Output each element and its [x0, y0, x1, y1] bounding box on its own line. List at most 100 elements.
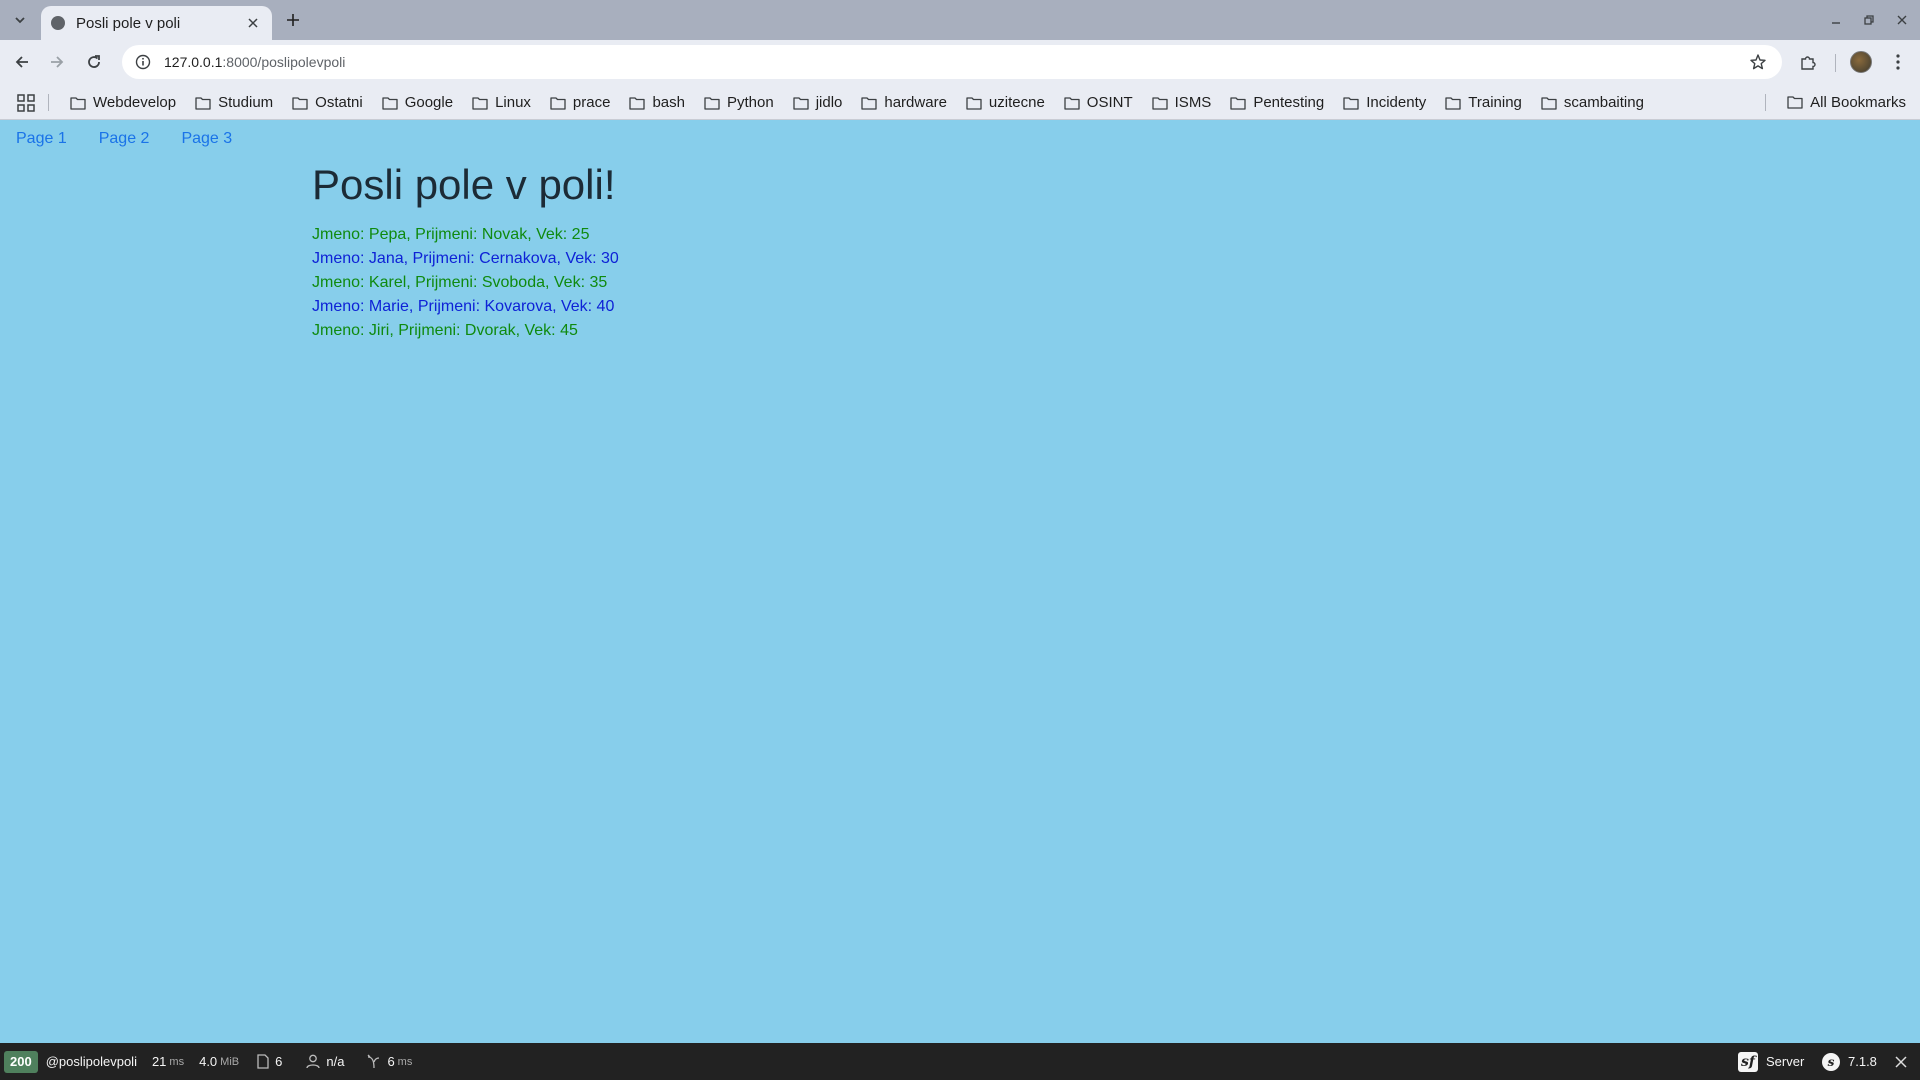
- globe-icon: [51, 16, 65, 30]
- server-label: Server: [1766, 1054, 1805, 1069]
- templates-panel[interactable]: 6: [257, 1054, 282, 1069]
- folder-icon: [382, 96, 398, 110]
- debug-toolbar-close[interactable]: [1895, 1043, 1907, 1080]
- close-window-button[interactable]: [1888, 8, 1916, 32]
- close-icon: [1897, 15, 1907, 25]
- twig-time-unit: ms: [397, 1055, 413, 1068]
- twig-time-value: 6: [387, 1054, 395, 1069]
- bookmark-list: Webdevelop Studium Ostatni Google Linux prace…: [64, 85, 1657, 120]
- close-icon: [1895, 1055, 1907, 1068]
- restore-icon: [1864, 15, 1874, 25]
- new-tab-button[interactable]: [280, 8, 306, 32]
- all-bookmarks-button[interactable]: All Bookmarks: [1783, 88, 1910, 116]
- profile-button[interactable]: [1845, 46, 1877, 78]
- bookmark-label: Python: [726, 94, 774, 111]
- status-badge[interactable]: 200: [4, 1050, 38, 1073]
- bookmark-label: Training: [1468, 94, 1522, 111]
- bookmark-folder[interactable]: OSINT: [1058, 89, 1139, 117]
- folder-icon: [966, 96, 982, 110]
- bookmark-folder[interactable]: Webdevelop: [64, 89, 182, 117]
- bookmark-folder[interactable]: ISMS: [1146, 89, 1218, 117]
- reload-icon: [88, 55, 100, 68]
- folder-icon: [1230, 96, 1246, 110]
- back-button[interactable]: [6, 46, 38, 78]
- bookmark-folder[interactable]: bash: [623, 89, 691, 117]
- bookmark-folder[interactable]: Linux: [466, 89, 537, 117]
- bookmark-label: OSINT: [1086, 94, 1133, 111]
- folder-icon: [70, 96, 86, 110]
- person-row: Jmeno: Pepa, Prijmeni: Novak, Vek: 25: [312, 226, 590, 243]
- server-panel[interactable]: sf Server: [1738, 1043, 1804, 1080]
- bookmark-folder[interactable]: jidlo: [787, 89, 849, 117]
- memory-usage[interactable]: 4.0 MiB: [199, 1054, 239, 1069]
- reload-button[interactable]: [78, 46, 110, 78]
- symfony-version-panel[interactable]: s 7.1.8: [1822, 1043, 1877, 1080]
- address-bar[interactable]: 127.0.0.1:8000/poslipolevpoli: [122, 45, 1782, 79]
- bookmark-label: jidlo: [815, 94, 843, 111]
- bookmark-folder[interactable]: Ostatni: [286, 89, 369, 117]
- bookmark-label: Pentesting: [1253, 94, 1325, 111]
- avatar: [1850, 51, 1872, 73]
- arrow-left-icon: [15, 56, 28, 68]
- person-row: Jmeno: Jiri, Prijmeni: Dvorak, Vek: 45: [312, 322, 578, 339]
- site-info-icon[interactable]: [128, 47, 158, 77]
- bookmark-folder[interactable]: scambaiting: [1535, 89, 1650, 117]
- bookmarks-bar: Webdevelop Studium Ostatni Google Linux prace…: [0, 85, 1920, 120]
- bookmark-folder[interactable]: Studium: [189, 89, 279, 117]
- file-icon: [257, 1054, 269, 1069]
- bookmark-label: Studium: [218, 94, 274, 111]
- bookmark-folder[interactable]: Google: [376, 89, 459, 117]
- bookmark-label: Incidenty: [1366, 94, 1427, 111]
- minimize-icon: [1832, 22, 1840, 24]
- apps-grid-icon[interactable]: [16, 93, 36, 113]
- page-heading: Posli pole v poli!: [312, 161, 616, 208]
- bookmark-folder[interactable]: uzitecne: [960, 89, 1051, 117]
- nav-link-page-2[interactable]: Page 2: [99, 130, 150, 148]
- twig-panel[interactable]: 6 ms: [366, 1054, 412, 1069]
- arrow-right-icon: [51, 56, 64, 68]
- bookmark-label: Ostatni: [315, 94, 363, 111]
- kebab-menu-icon: [1896, 54, 1900, 70]
- bookmark-folder[interactable]: Python: [698, 89, 780, 117]
- tab-title: Posli pole v poli: [76, 14, 181, 32]
- bookmark-label: ISMS: [1174, 94, 1212, 111]
- browser-toolbar: 127.0.0.1:8000/poslipolevpoli: [0, 40, 1920, 85]
- extensions-button[interactable]: [1792, 46, 1824, 78]
- bookmark-folder[interactable]: hardware: [855, 89, 953, 117]
- bookmark-label: scambaiting: [1563, 94, 1644, 111]
- folder-icon: [704, 96, 720, 110]
- bookmark-label: bash: [652, 94, 685, 111]
- bookmark-label: Linux: [495, 94, 531, 111]
- close-icon: [248, 18, 258, 28]
- request-time[interactable]: 21 ms: [152, 1054, 184, 1069]
- nav-link-page-3[interactable]: Page 3: [181, 130, 232, 148]
- twig-icon: [367, 1054, 380, 1069]
- url-text: 127.0.0.1:8000/poslipolevpoli: [164, 54, 345, 70]
- active-tab[interactable]: Posli pole v poli: [41, 6, 272, 40]
- chevron-down-icon: [15, 17, 25, 24]
- bookmark-label: hardware: [884, 94, 947, 111]
- request-time-value: 21: [151, 1054, 167, 1069]
- user-icon: [306, 1054, 321, 1069]
- route-name[interactable]: @poslipolevpoli: [46, 1054, 137, 1069]
- bookmark-folder[interactable]: Incidenty: [1337, 89, 1432, 117]
- tab-search-button[interactable]: [6, 8, 34, 32]
- folder-icon: [1787, 96, 1803, 109]
- user-value: n/a: [326, 1054, 345, 1069]
- minimize-button[interactable]: [1822, 8, 1850, 32]
- memory-unit: MiB: [220, 1055, 240, 1068]
- menu-button[interactable]: [1882, 46, 1914, 78]
- security-panel[interactable]: n/a: [306, 1054, 344, 1069]
- bookmark-folder[interactable]: Training: [1439, 89, 1528, 117]
- folder-icon: [1151, 96, 1168, 110]
- bookmark-folder[interactable]: prace: [544, 89, 617, 117]
- bookmark-star-icon[interactable]: [1746, 50, 1770, 74]
- tab-close-button[interactable]: [244, 14, 262, 32]
- bookmark-folder[interactable]: Pentesting: [1224, 89, 1330, 117]
- person-row: Jmeno: Karel, Prijmeni: Svoboda, Vek: 35: [312, 274, 608, 291]
- symfony-logo-icon: sf: [1738, 1051, 1758, 1072]
- restore-button[interactable]: [1855, 8, 1883, 32]
- forward-button[interactable]: [41, 46, 73, 78]
- bookmarks-separator: [48, 94, 49, 111]
- nav-link-page-1[interactable]: Page 1: [16, 130, 67, 148]
